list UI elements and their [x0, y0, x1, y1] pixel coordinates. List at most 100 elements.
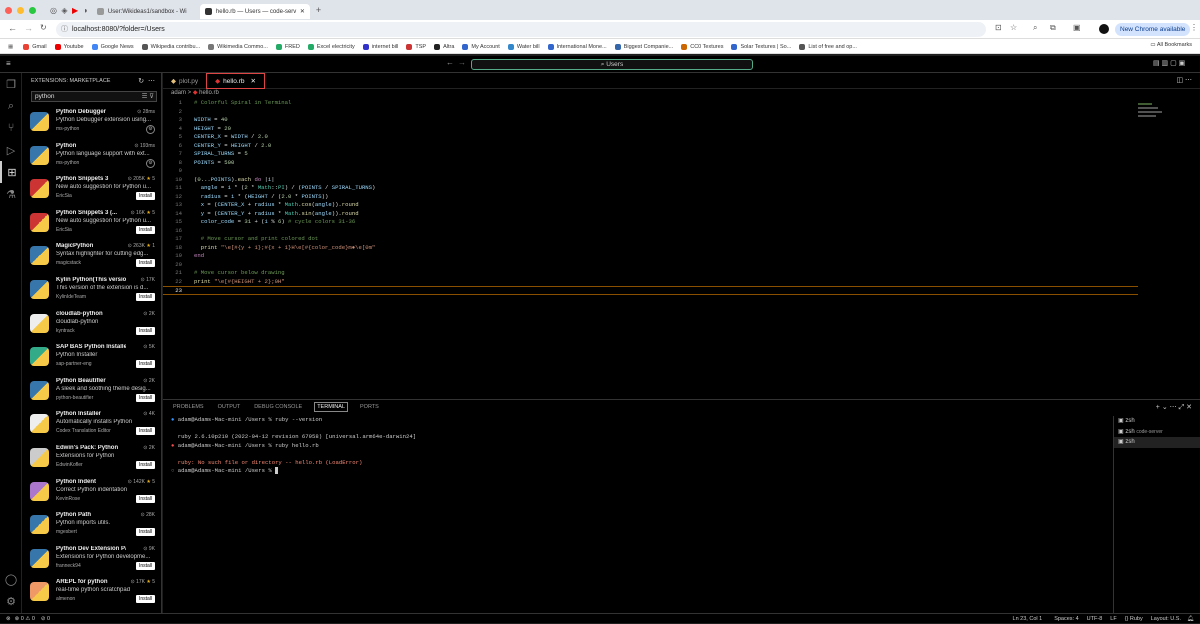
bookmark-item[interactable]: Biggest Companie...: [614, 43, 673, 50]
close-window-icon[interactable]: [5, 6, 12, 14]
bookmark-item[interactable]: Youtube: [54, 43, 84, 50]
code-line[interactable]: 15 color_code = 31 + (i % 6) # cycle col…: [163, 218, 1200, 227]
chrome-menu-icon[interactable]: ⋮: [1190, 23, 1198, 32]
extensions-icon[interactable]: ⊞: [0, 161, 22, 183]
extension-item[interactable]: Python Snippets 3 (... ⊙ 16K ★ 5 New auto …: [22, 207, 161, 241]
extension-item[interactable]: Kylin Python(This versio... ⊙ 17K This ver…: [22, 274, 161, 308]
code-line[interactable]: 23: [163, 286, 1138, 295]
tab-output[interactable]: OUTPUT: [216, 403, 243, 411]
language-mode[interactable]: {} Ruby: [1125, 616, 1143, 622]
nav-back-icon[interactable]: ←: [446, 58, 454, 67]
encoding[interactable]: UTF-8: [1087, 616, 1103, 622]
keyboard-layout[interactable]: Layout: U.S.: [1151, 616, 1181, 622]
install-button[interactable]: Install: [135, 360, 155, 369]
code-line[interactable]: 18 print "\e[#{y + 1};#{x + 1}H\e[#{colo…: [163, 244, 1200, 253]
extension-item[interactable]: Python Indent ⊙ 142K ★ 5 Correct Python in…: [22, 476, 161, 510]
code-line[interactable]: 14 y = (CENTER_Y + radius * Math.sin(ang…: [163, 210, 1200, 219]
problems-status[interactable]: ⊗ 0 ⚠ 0: [15, 616, 35, 622]
explorer-icon[interactable]: ❐: [0, 73, 22, 95]
bookmark-item[interactable]: Excel electricity: [307, 43, 355, 50]
bookmark-item[interactable]: Altra: [434, 43, 454, 50]
forward-icon[interactable]: →: [24, 23, 33, 33]
code-line[interactable]: 17 # Move cursor and print colored dot: [163, 235, 1200, 244]
sidepanel-icon[interactable]: ▣: [1073, 23, 1081, 32]
install-button[interactable]: Install: [135, 460, 155, 469]
extension-item[interactable]: AREPL for python ⊙ 17K ★ 5 real-time pytho…: [22, 576, 161, 610]
code-line[interactable]: 10 (0...POINTS).each do |i|: [163, 176, 1200, 185]
bookmark-item[interactable]: FRED: [275, 43, 300, 50]
code-line[interactable]: 21 # Move cursor below drawing: [163, 269, 1200, 278]
tab-hello-rb[interactable]: ◆ hello.rb ✕: [206, 73, 265, 89]
install-app-icon[interactable]: ⊡: [995, 23, 1002, 32]
zoom-icon[interactable]: ⌕: [1033, 23, 1037, 33]
bookmark-item[interactable]: Google News: [91, 43, 134, 50]
extension-item[interactable]: Python Path ⊙ 28K Python imports utils. mge…: [22, 509, 161, 543]
install-button[interactable]: Install: [135, 259, 155, 268]
close-tab-icon[interactable]: ✕: [250, 77, 255, 85]
minimap[interactable]: [1138, 101, 1166, 121]
site-info-icon[interactable]: ⓘ: [61, 22, 68, 37]
extension-search-input[interactable]: python ☰ ⊽: [31, 91, 157, 102]
code-line[interactable]: 22 print "\e[#{HEIGHT + 2};0H": [163, 278, 1200, 287]
remote-icon[interactable]: ⊗: [6, 616, 11, 622]
profile-avatar[interactable]: [1099, 24, 1109, 34]
reload-icon[interactable]: ↻: [40, 23, 47, 32]
extension-item[interactable]: Python Snippets 3 ⊙ 205K ★ 5 New auto sugg…: [22, 173, 161, 207]
code-line[interactable]: 8 POINTS = 500: [163, 159, 1200, 168]
bookmark-item[interactable]: Solar Textures | So...: [731, 43, 791, 50]
maximize-window-icon[interactable]: [29, 6, 36, 14]
manage-gear-icon[interactable]: ⚙: [0, 590, 22, 612]
code-line[interactable]: 19 end: [163, 252, 1200, 261]
code-line[interactable]: 1 # Colorful Spiral in Terminal: [163, 99, 1200, 108]
install-button[interactable]: Install: [135, 326, 155, 335]
code-line[interactable]: 2: [163, 108, 1200, 117]
code-line[interactable]: 12 radius = i * (HEIGHT / (2.0 * POINTS)…: [163, 193, 1200, 202]
code-editor[interactable]: 1 # Colorful Spiral in Terminal 2 3 WIDTH = …: [163, 99, 1200, 295]
tab-debug-console[interactable]: DEBUG CONSOLE: [252, 403, 304, 411]
code-line[interactable]: 7 SPIRAL_TURNS = 5: [163, 150, 1200, 159]
code-line[interactable]: 6 CENTER_Y = HEIGHT / 2.0: [163, 142, 1200, 151]
extension-item[interactable]: MagicPython ⊙ 263K ★ 1 Syntax highlighter …: [22, 240, 161, 274]
browser-tab-wikipedia[interactable]: User:Wikideas1/sandbox - Wi: [92, 4, 200, 19]
bookmark-item[interactable]: Gmail: [23, 43, 47, 50]
bookmark-item[interactable]: CC0 Textures: [681, 43, 723, 50]
extensions-icon[interactable]: ⧉: [1050, 23, 1056, 33]
ports-status[interactable]: ⊘ 0: [41, 616, 50, 622]
new-tab-button[interactable]: +: [316, 5, 321, 15]
accounts-icon[interactable]: ◯: [0, 568, 22, 590]
code-line[interactable]: 4 HEIGHT = 20: [163, 125, 1200, 134]
layout-controls-icons[interactable]: ▤ ▥ ▢ ▣: [1153, 59, 1185, 67]
cursor-position[interactable]: Ln 23, Col 1: [1013, 616, 1043, 622]
hamburger-menu-icon[interactable]: ≡: [6, 59, 11, 68]
extension-item[interactable]: Edwin's Pack: Python ⊙ 2K Extensions for P…: [22, 442, 161, 476]
minimize-window-icon[interactable]: [17, 6, 24, 14]
run-debug-icon[interactable]: ▷: [0, 139, 22, 161]
code-line[interactable]: 9: [163, 167, 1200, 176]
bookmark-item[interactable]: TSP: [406, 43, 426, 50]
bookmark-item[interactable]: internet bill: [362, 43, 398, 50]
filter-icon[interactable]: ☰ ⊽: [142, 92, 154, 101]
extension-item[interactable]: Python Beautifier ⊙ 2K A sleek and soothin…: [22, 375, 161, 409]
new-chrome-available-button[interactable]: New Chrome available: [1115, 23, 1191, 36]
search-icon[interactable]: ⌕: [0, 95, 22, 117]
install-button[interactable]: Install: [135, 225, 155, 234]
indentation[interactable]: Spaces: 4: [1054, 616, 1078, 622]
apps-grid-icon[interactable]: ▦: [8, 44, 13, 50]
back-icon[interactable]: ←: [8, 23, 17, 33]
eol[interactable]: LF: [1110, 616, 1116, 622]
code-line[interactable]: 11 angle = i * (2 * Math::PI) / (POINTS …: [163, 184, 1200, 193]
code-line[interactable]: 3 WIDTH = 40: [163, 116, 1200, 125]
install-button[interactable]: Install: [135, 561, 155, 570]
browser-tab-code-server[interactable]: hello.rb — Users — code-serv ✕: [199, 4, 310, 19]
bookmark-star-icon[interactable]: ☆: [1010, 23, 1017, 32]
tab-ports[interactable]: PORTS: [358, 403, 381, 411]
install-button[interactable]: Install: [135, 292, 155, 301]
close-tab-icon[interactable]: ✕: [300, 8, 305, 15]
tab-terminal[interactable]: TERMINAL: [314, 402, 348, 412]
notifications-icon[interactable]: 🔔︎: [1187, 616, 1194, 622]
bookmark-item[interactable]: List of free and op...: [799, 43, 857, 50]
install-button[interactable]: Install: [135, 595, 155, 604]
install-button[interactable]: Install: [135, 192, 155, 201]
code-line[interactable]: 13 x = (CENTER_X + radius * Math.cos(ang…: [163, 201, 1200, 210]
extension-item[interactable]: Python ⊙ 193ms Python language support wit…: [22, 140, 161, 174]
